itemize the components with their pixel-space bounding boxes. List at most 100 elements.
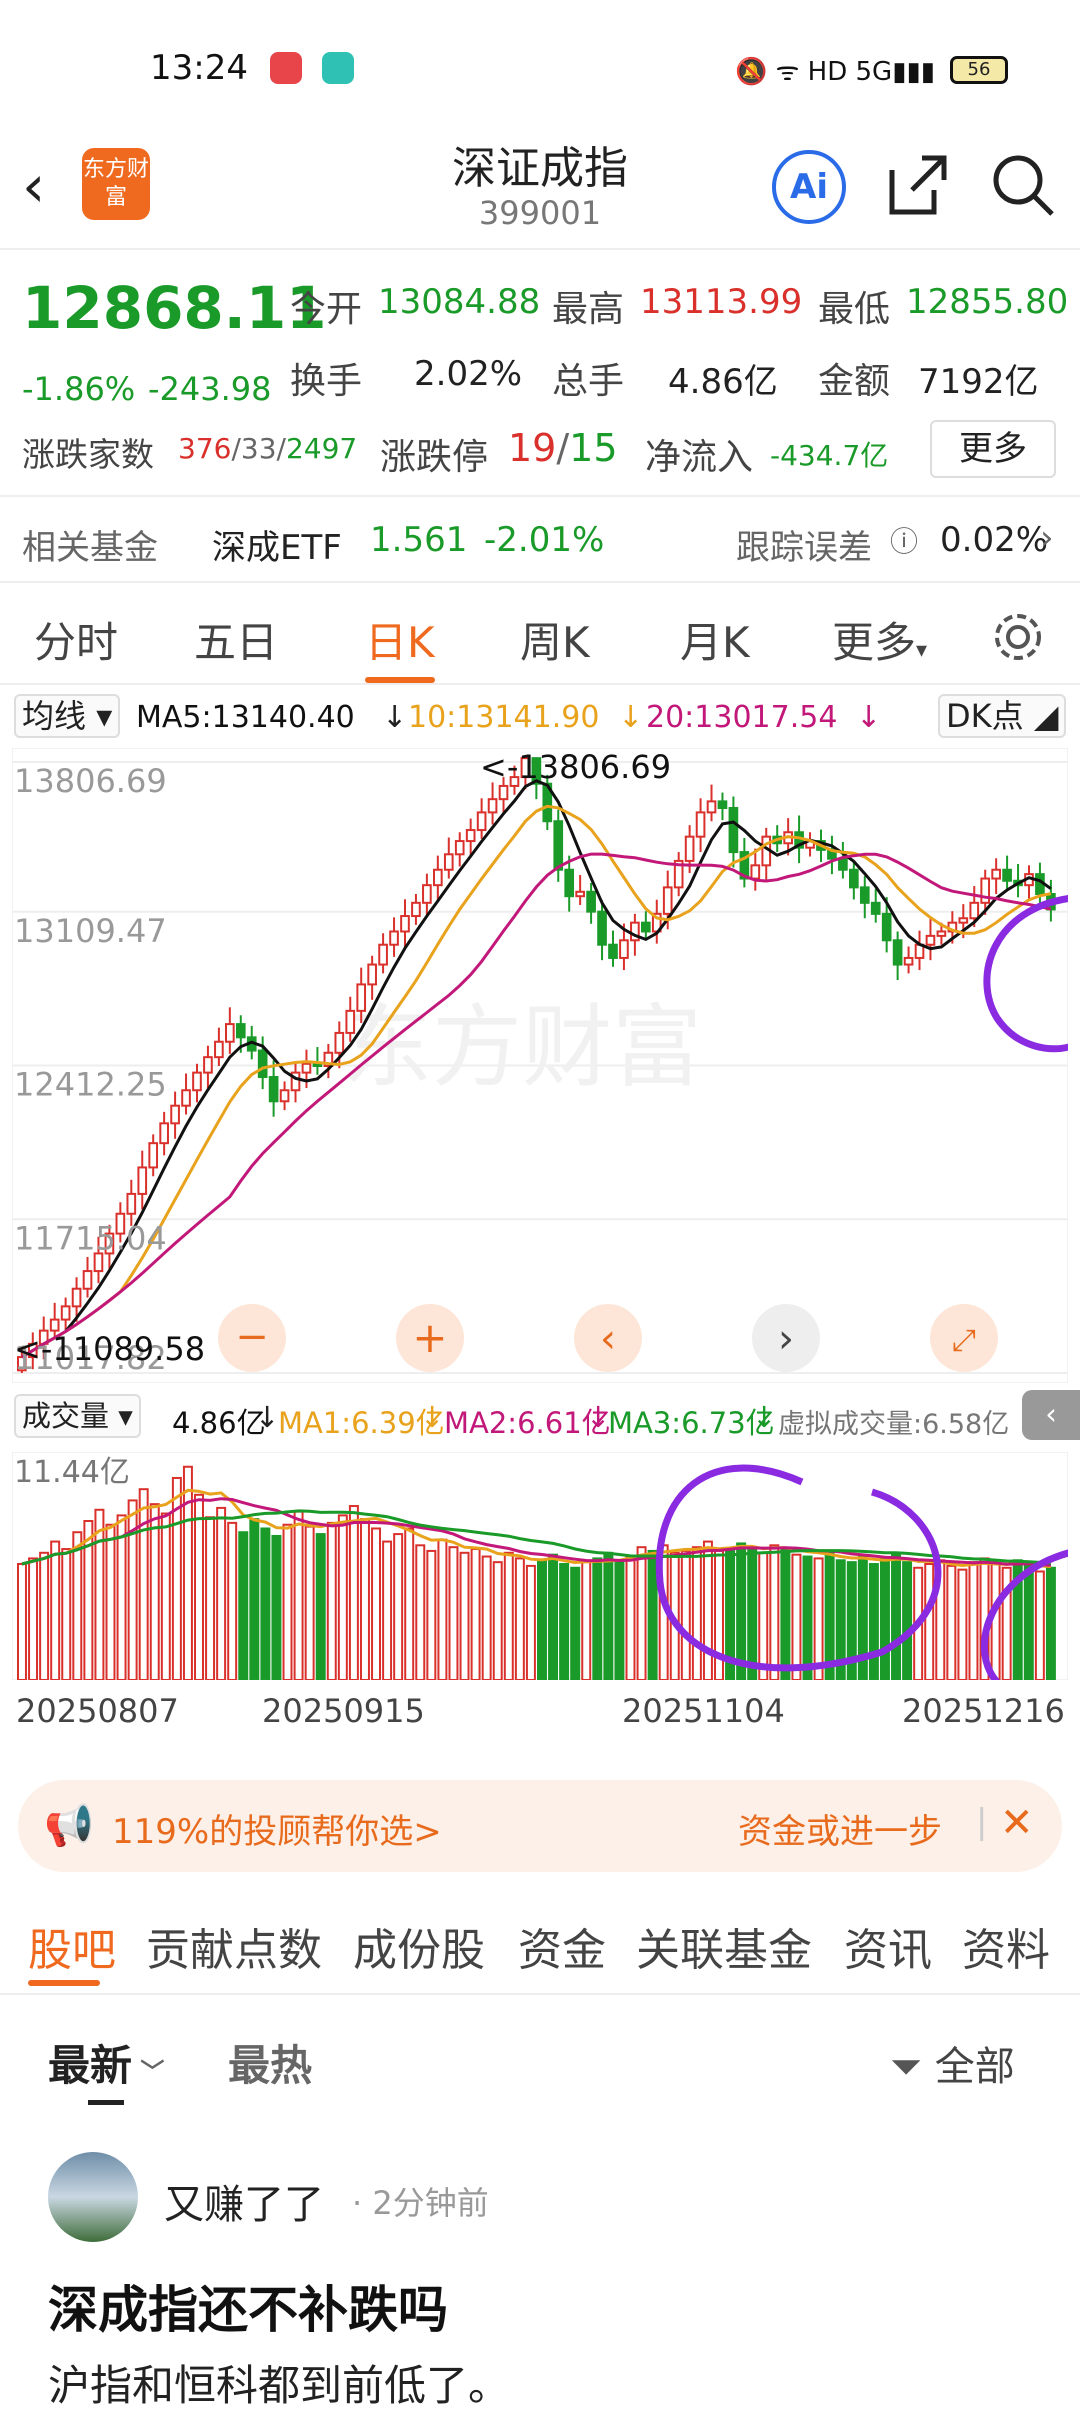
volume-bar <box>1034 1570 1045 1680</box>
sort-hot[interactable]: 最热 <box>228 2032 312 2093</box>
post-item[interactable]: 又赚了了 · 2分钟前 深成指还不补跌吗 沪指和恒科都到前低了。 <box>0 2140 1080 2410</box>
candle <box>684 835 695 862</box>
post-title: 深成指还不补跌吗 <box>48 2281 448 2339</box>
volume-bar <box>216 1506 227 1680</box>
more-button[interactable]: 更多 <box>930 420 1056 478</box>
volume-bar <box>470 1548 481 1680</box>
avatar[interactable] <box>48 2152 138 2242</box>
search-icon[interactable] <box>988 150 1058 220</box>
collapse-panel-button[interactable]: ‹ <box>1022 1390 1080 1440</box>
candle <box>268 1076 279 1103</box>
candle <box>859 886 870 904</box>
tab-intraday[interactable]: 分时 <box>34 609 118 670</box>
volume-bar <box>603 1551 614 1680</box>
ai-assistant-button[interactable]: Ai <box>772 150 846 224</box>
volume-bar <box>50 1540 61 1680</box>
date-axis: 20250807 20250915 20251104 20251216 <box>0 1690 1080 1734</box>
volume-chart[interactable]: 11.44亿 <box>12 1452 1068 1680</box>
volume-bar <box>282 1523 293 1680</box>
candle <box>49 1318 60 1332</box>
tab-profile[interactable]: 资料 <box>962 1914 1050 1978</box>
indicator-selector[interactable]: 均线 ▾ <box>14 694 121 738</box>
volume-value: 4.86亿 <box>172 1406 266 1440</box>
volume-bar <box>625 1555 636 1680</box>
volume-bar <box>371 1527 382 1680</box>
candle <box>411 901 421 918</box>
promo-text: 119%的投顾帮你选> <box>112 1812 442 1852</box>
candle <box>159 1122 169 1145</box>
volume-bar <box>28 1557 39 1680</box>
candle <box>564 868 575 898</box>
help-icon[interactable]: ⓘ <box>890 520 918 560</box>
tab-monthly-k[interactable]: 月K <box>680 609 750 670</box>
volume-bar <box>182 1465 193 1680</box>
volume-bar <box>957 1568 968 1680</box>
tracking-label: 跟踪误差 <box>736 528 872 568</box>
candle <box>925 934 936 946</box>
tab-weekly-k[interactable]: 周K <box>520 609 590 670</box>
volume-bar <box>271 1534 282 1680</box>
volume-bar <box>61 1548 72 1680</box>
volume-bar <box>17 1563 27 1680</box>
tab-funds-flow[interactable]: 资金 <box>518 1914 606 1978</box>
settings-gear-icon[interactable] <box>990 609 1046 665</box>
candle <box>695 811 706 838</box>
dk-point-button[interactable]: DK点 ◢ <box>938 694 1067 738</box>
volume-bar <box>94 1508 105 1680</box>
close-icon[interactable]: ✕ <box>1000 1800 1034 1846</box>
tab-related-funds[interactable]: 关联基金 <box>636 1914 812 1978</box>
status-time: 13:24 <box>150 48 248 88</box>
volume-bar <box>304 1525 315 1680</box>
tab-more[interactable]: 更多▾ <box>832 609 927 670</box>
candle <box>838 857 848 871</box>
share-icon[interactable] <box>882 150 952 220</box>
filter-button[interactable]: ⏷ 全部 <box>890 2034 1015 2092</box>
candle <box>980 877 991 904</box>
volume-bar <box>205 1516 216 1680</box>
volume-bar <box>537 1559 547 1680</box>
ma5-value: MA5:13140.40 <box>136 700 355 735</box>
candle <box>717 800 728 809</box>
tab-guba[interactable]: 股吧 <box>28 1914 116 1978</box>
volume-top-tick: 11.44亿 <box>14 1455 130 1490</box>
volume-bar <box>415 1544 426 1680</box>
volume-label: 总手 <box>552 361 625 402</box>
volume-bar <box>924 1563 935 1680</box>
volume-bar <box>105 1523 116 1680</box>
netflow-label: 净流入 <box>645 437 754 478</box>
ma-info-bar: 均线 ▾ MA5:13140.40 ↓ 10:13141.90 ↓ 20:130… <box>0 690 1080 740</box>
candle <box>214 1040 224 1059</box>
active-tab-indicator <box>28 1980 100 1986</box>
kline-chart[interactable]: 东方财富 13806.6913109.4712412.2511715.04110… <box>12 748 1068 1383</box>
candle <box>991 868 1001 880</box>
tab-five-day[interactable]: 五日 <box>194 609 278 670</box>
expand-icon: ⤢ <box>952 1323 976 1358</box>
candle <box>443 853 454 871</box>
volume-bar <box>481 1555 492 1680</box>
candle <box>225 1023 235 1043</box>
candle <box>400 915 410 933</box>
volume-bar <box>780 1548 791 1680</box>
volume-bar <box>879 1557 890 1680</box>
promo-banner[interactable]: 📢 119%的投顾帮你选> 资金或进一步 | ✕ <box>18 1780 1062 1872</box>
volume-bar <box>72 1531 83 1680</box>
signal-icons: 🔕 ᯤ HD 5G▮▮▮ <box>735 57 936 87</box>
volume-bar <box>548 1553 559 1680</box>
sort-latest[interactable]: 最新 ﹀ <box>48 2032 164 2093</box>
volume-bar <box>614 1559 625 1680</box>
volume-selector[interactable]: 成交量 ▾ <box>14 1394 141 1438</box>
y-tick-label: 13109.47 <box>14 912 167 950</box>
netflow-value: -434.7亿 <box>770 439 889 472</box>
candle <box>345 1009 356 1034</box>
volume-bar <box>116 1514 127 1680</box>
tab-news[interactable]: 资讯 <box>844 1914 932 1978</box>
limit-label: 涨跌停 <box>380 437 489 478</box>
post-username[interactable]: 又赚了了 <box>164 2172 324 2230</box>
tab-contribution[interactable]: 贡献点数 <box>146 1914 322 1978</box>
volume-bar <box>791 1553 802 1680</box>
volume-bar <box>238 1531 249 1680</box>
tab-constituents[interactable]: 成份股 <box>353 1914 485 1978</box>
app-notification-icon <box>322 52 354 84</box>
related-fund-row[interactable]: 相关基金 深成ETF 1.561 -2.01% 跟踪误差 ⓘ 0.02% › <box>0 498 1080 583</box>
tab-daily-k[interactable]: 日K <box>365 609 435 670</box>
